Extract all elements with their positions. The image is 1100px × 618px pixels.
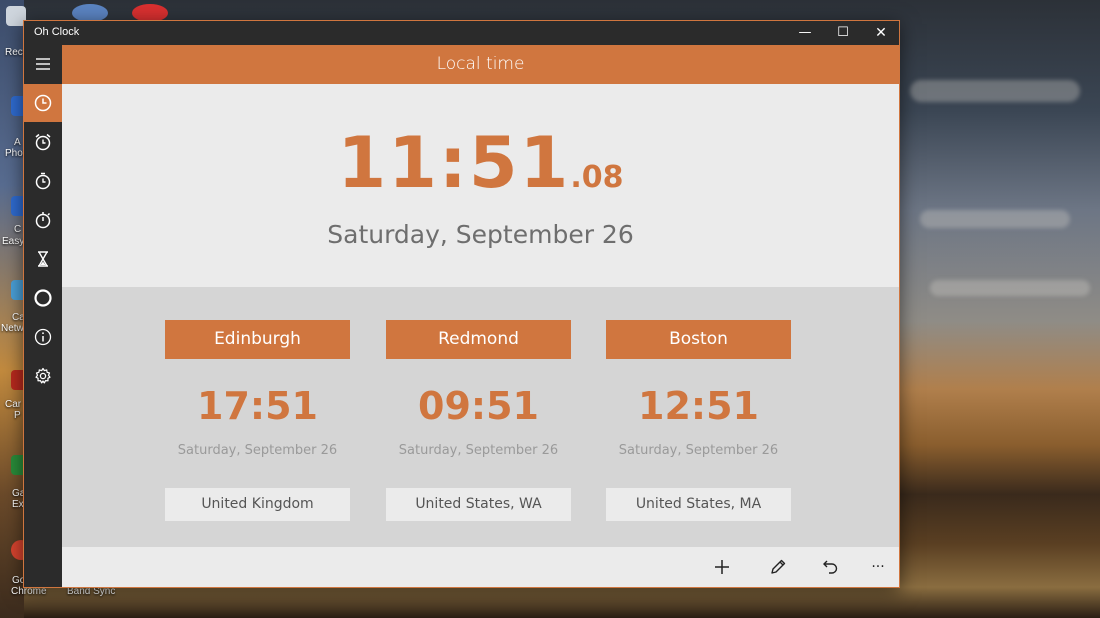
page-header: Local time: [62, 45, 899, 84]
city-card-redmond[interactable]: Redmond 09:51 Saturday, September 26 Uni…: [386, 320, 571, 521]
city-card-edinburgh[interactable]: Edinburgh 17:51 Saturday, September 26 U…: [165, 320, 350, 521]
desktop-icon-label: C: [14, 224, 22, 235]
city-date: Saturday, September 26: [398, 443, 559, 458]
desktop-left-strip: [0, 0, 24, 618]
stopwatch-icon[interactable]: [24, 201, 62, 239]
title-bar[interactable]: Oh Clock — ☐ ✕: [24, 21, 899, 45]
desktop-icon-label: Ex: [12, 499, 24, 510]
city-time: 12:51: [638, 384, 759, 428]
timer-icon[interactable]: [24, 162, 62, 200]
add-icon[interactable]: [710, 555, 734, 579]
city-date: Saturday, September 26: [618, 443, 779, 458]
desktop-icon-label: Netw: [1, 323, 24, 334]
local-time-seconds: .08: [570, 160, 624, 195]
city-time: 17:51: [197, 384, 318, 428]
more-icon[interactable]: ···: [866, 555, 890, 579]
city-country: United States, WA: [386, 488, 571, 521]
sky-cloud: [930, 280, 1090, 296]
city-card-boston[interactable]: Boston 12:51 Saturday, September 26 Unit…: [606, 320, 791, 521]
alarm-icon[interactable]: [24, 123, 62, 161]
window-title: Oh Clock: [34, 26, 80, 38]
desktop-icon-label: Easy: [2, 236, 25, 247]
city-name: Redmond: [386, 320, 571, 359]
circle-icon[interactable]: [24, 279, 62, 317]
desktop-icon-label: Car: [5, 399, 22, 410]
undo-icon[interactable]: [819, 555, 843, 579]
desktop-icon-label: A: [14, 137, 21, 148]
city-country: United States, MA: [606, 488, 791, 521]
clock-icon[interactable]: [24, 84, 62, 122]
desktop-icon-label: P: [14, 410, 21, 421]
gear-icon[interactable]: [24, 357, 62, 395]
city-date: Saturday, September 26: [177, 443, 338, 458]
minimize-button[interactable]: —: [786, 21, 824, 45]
sky-cloud: [910, 80, 1080, 102]
city-name: Edinburgh: [165, 320, 350, 359]
city-name: Boston: [606, 320, 791, 359]
local-time-hours-minutes: 11:51: [337, 122, 571, 204]
sidebar: [24, 45, 62, 587]
hamburger-menu-icon[interactable]: [24, 45, 62, 83]
sky-cloud: [920, 210, 1070, 228]
world-clocks-panel: Edinburgh 17:51 Saturday, September 26 U…: [62, 287, 899, 547]
city-time: 09:51: [418, 384, 539, 428]
oh-clock-window: Oh Clock — ☐ ✕ Local time 11:51.08 Satur…: [23, 20, 900, 588]
local-time: 11:51.08: [62, 122, 899, 204]
close-button[interactable]: ✕: [862, 21, 900, 45]
hourglass-icon[interactable]: [24, 240, 62, 278]
local-time-panel: 11:51.08 Saturday, September 26: [62, 84, 899, 287]
command-bar: ···: [62, 547, 899, 587]
info-icon[interactable]: [24, 318, 62, 356]
local-date: Saturday, September 26: [327, 220, 634, 249]
maximize-button[interactable]: ☐: [824, 21, 862, 45]
city-country: United Kingdom: [165, 488, 350, 521]
pencil-icon[interactable]: [766, 555, 790, 579]
